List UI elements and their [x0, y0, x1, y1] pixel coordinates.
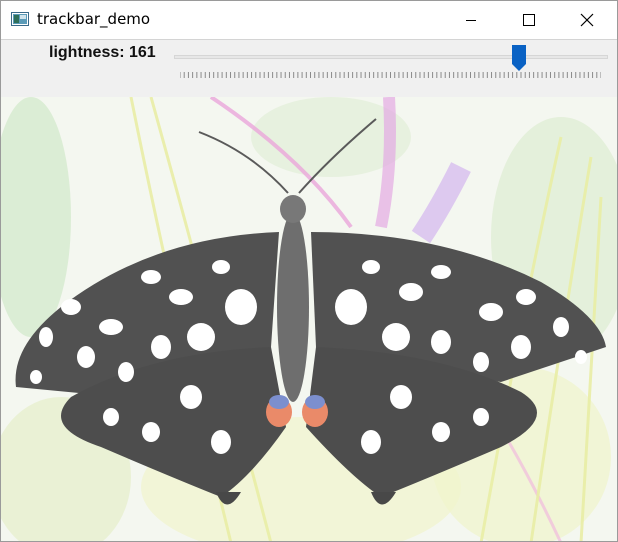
butterfly-image: [1, 97, 617, 541]
app-window-icon: [11, 12, 29, 26]
title-bar[interactable]: trackbar_demo: [1, 1, 617, 39]
window-title: trackbar_demo: [37, 10, 151, 28]
butterfly-photo: [1, 97, 617, 541]
trackbar-label: lightness: 161: [49, 44, 156, 61]
trackbar-thumb[interactable]: [512, 45, 527, 71]
close-button[interactable]: [557, 1, 617, 39]
trackbar-ticks: [180, 72, 601, 78]
maximize-icon: [523, 14, 535, 26]
minimize-icon: [466, 20, 476, 21]
close-icon: [580, 13, 594, 27]
maximize-button[interactable]: [499, 1, 559, 39]
app-window: trackbar_demo lightness: 161: [0, 0, 618, 542]
trackbar-track[interactable]: [174, 55, 608, 59]
minimize-button[interactable]: [441, 1, 501, 39]
